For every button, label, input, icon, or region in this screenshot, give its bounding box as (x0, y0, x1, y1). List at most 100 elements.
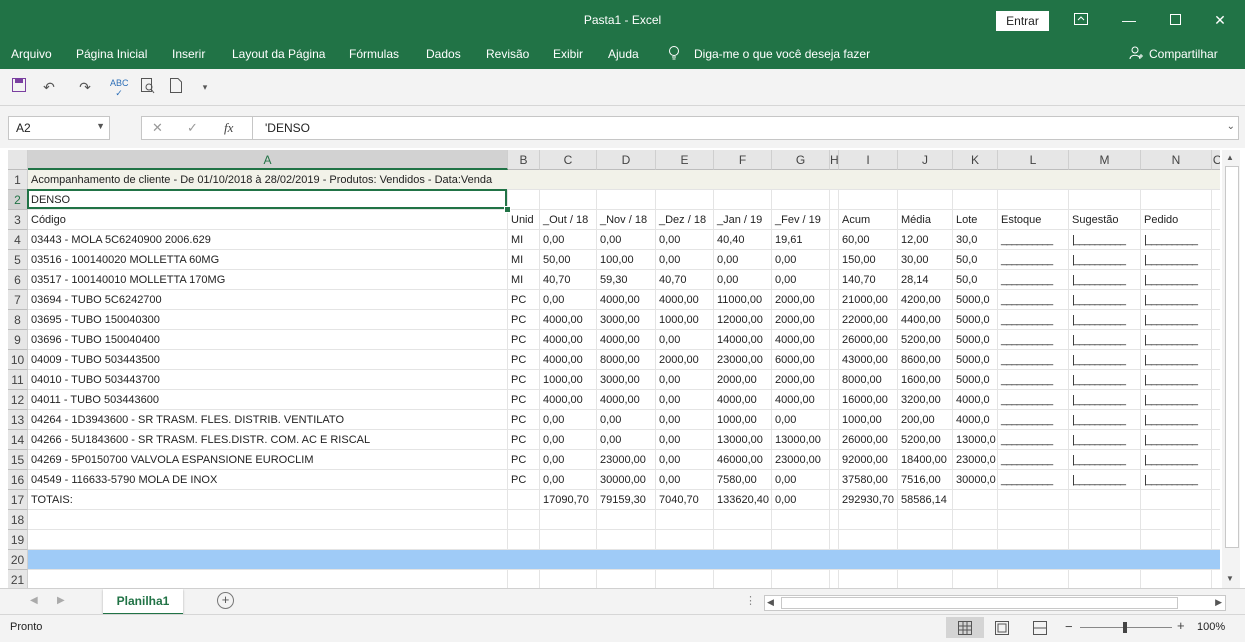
cell-I16[interactable]: 37580,00 (839, 470, 888, 490)
row-header-20[interactable]: 20 (8, 550, 28, 570)
cell-E6[interactable]: 40,70 (656, 270, 687, 290)
cell-F4[interactable]: 40,40 (714, 230, 745, 250)
cell-I7[interactable]: 21000,00 (839, 290, 888, 310)
cell-D16[interactable]: 30000,00 (597, 470, 646, 490)
cell-G4[interactable]: 19,61 (772, 230, 803, 250)
cell-K12[interactable]: 4000,0 (953, 390, 990, 410)
cell-F3[interactable]: _Jan / 19 (714, 210, 762, 230)
cell-E3[interactable]: _Dez / 18 (656, 210, 706, 230)
cell-G15[interactable]: 23000,00 (772, 450, 821, 470)
expand-formula-icon[interactable]: ⌄ (1227, 121, 1235, 132)
cell-C14[interactable]: 0,00 (540, 430, 564, 450)
tab-pagina-inicial[interactable]: Página Inicial (76, 47, 147, 61)
row-header-13[interactable]: 13 (8, 410, 28, 430)
row-header-14[interactable]: 14 (8, 430, 28, 450)
row-header-11[interactable]: 11 (8, 370, 28, 390)
cell-N4[interactable]: |__________ (1141, 230, 1198, 250)
row-header-15[interactable]: 15 (8, 450, 28, 470)
cell-I5[interactable]: 150,00 (839, 250, 876, 270)
cell-N8[interactable]: |__________ (1141, 310, 1198, 330)
cell-D12[interactable]: 4000,00 (597, 390, 640, 410)
cell-D11[interactable]: 3000,00 (597, 370, 640, 390)
cell-J7[interactable]: 4200,00 (898, 290, 941, 310)
cell-J5[interactable]: 30,00 (898, 250, 929, 270)
cell-C17[interactable]: 17090,70 (540, 490, 589, 510)
row-header-21[interactable]: 21 (8, 570, 28, 588)
cell-E11[interactable]: 0,00 (656, 370, 680, 390)
cell-A16[interactable]: 04549 - 116633-5790 MOLA DE INOX (28, 470, 217, 490)
cell-D8[interactable]: 3000,00 (597, 310, 640, 330)
cell-K8[interactable]: 5000,0 (953, 310, 990, 330)
cell-N11[interactable]: |__________ (1141, 370, 1198, 390)
cell-A3[interactable]: Código (28, 210, 66, 230)
cell-C11[interactable]: 1000,00 (540, 370, 583, 390)
cell-C7[interactable]: 0,00 (540, 290, 564, 310)
cell-L4[interactable]: __________ (998, 230, 1053, 250)
cell-B4[interactable]: MI (508, 230, 523, 250)
cell-B12[interactable]: PC (508, 390, 526, 410)
cell-M4[interactable]: |__________ (1069, 230, 1126, 250)
cell-G13[interactable]: 0,00 (772, 410, 796, 430)
cell-A12[interactable]: 04011 - TUBO 503443600 (28, 390, 159, 410)
cell-A10[interactable]: 04009 - TUBO 503443500 (28, 350, 160, 370)
enter-icon[interactable]: ✓ (187, 120, 198, 136)
page-layout-icon[interactable] (995, 621, 1009, 638)
prev-sheet-icon[interactable]: ◀ (30, 595, 38, 606)
cell-K4[interactable]: 30,0 (953, 230, 977, 250)
close-icon[interactable]: ✕ (1205, 8, 1235, 32)
cell-E10[interactable]: 2000,00 (656, 350, 699, 370)
row-header-12[interactable]: 12 (8, 390, 28, 410)
cell-D10[interactable]: 8000,00 (597, 350, 640, 370)
cell-E4[interactable]: 0,00 (656, 230, 680, 250)
cell-F16[interactable]: 7580,00 (714, 470, 757, 490)
cell-J12[interactable]: 3200,00 (898, 390, 941, 410)
cell-C8[interactable]: 4000,00 (540, 310, 583, 330)
cell-G7[interactable]: 2000,00 (772, 290, 815, 310)
cell-A14[interactable]: 04266 - 5U1843600 - SR TRASM. FLES.DISTR… (28, 430, 370, 450)
cell-I6[interactable]: 140,70 (839, 270, 876, 290)
column-header-D[interactable]: D (597, 150, 656, 170)
row-header-8[interactable]: 8 (8, 310, 28, 330)
cell-I15[interactable]: 92000,00 (839, 450, 888, 470)
cell-N10[interactable]: |__________ (1141, 350, 1198, 370)
cell-F14[interactable]: 13000,00 (714, 430, 763, 450)
cell-N14[interactable]: |__________ (1141, 430, 1198, 450)
sign-in-button[interactable]: Entrar (996, 11, 1049, 31)
scroll-right-icon[interactable]: ▶ (1215, 597, 1222, 608)
cell-E17[interactable]: 7040,70 (656, 490, 699, 510)
normal-view-icon[interactable] (946, 617, 984, 638)
cell-A7[interactable]: 03694 - TUBO 5C6242700 (28, 290, 162, 310)
cell-E5[interactable]: 0,00 (656, 250, 680, 270)
cell-K15[interactable]: 23000,0 (953, 450, 996, 470)
cell-I10[interactable]: 43000,00 (839, 350, 888, 370)
cell-L3[interactable]: Estoque (998, 210, 1041, 230)
cell-E15[interactable]: 0,00 (656, 450, 680, 470)
cell-B3[interactable]: Unid (508, 210, 534, 230)
cell-B7[interactable]: PC (508, 290, 526, 310)
row-header-7[interactable]: 7 (8, 290, 28, 310)
cell-G17[interactable]: 0,00 (772, 490, 796, 510)
scroll-left-icon[interactable]: ◀ (767, 597, 774, 608)
cell-B11[interactable]: PC (508, 370, 526, 390)
undo-icon[interactable]: ↶ (40, 78, 58, 96)
column-header-C[interactable]: C (540, 150, 597, 170)
cell-D14[interactable]: 0,00 (597, 430, 621, 450)
add-sheet-icon[interactable]: + (217, 592, 234, 609)
new-file-icon[interactable] (167, 78, 185, 96)
cell-J11[interactable]: 1600,00 (898, 370, 941, 390)
cell-L9[interactable]: __________ (998, 330, 1053, 350)
maximize-icon[interactable] (1160, 8, 1190, 32)
cell-G3[interactable]: _Fev / 19 (772, 210, 821, 230)
cell-G6[interactable]: 0,00 (772, 270, 796, 290)
cell-K16[interactable]: 30000,0 (953, 470, 996, 490)
cell-B16[interactable]: PC (508, 470, 526, 490)
cell-A4[interactable]: 03443 - MOLA 5C6240900 2006.629 (28, 230, 211, 250)
cell-C6[interactable]: 40,70 (540, 270, 571, 290)
cell-J9[interactable]: 5200,00 (898, 330, 941, 350)
column-header-E[interactable]: E (656, 150, 714, 170)
cell-J15[interactable]: 18400,00 (898, 450, 947, 470)
cell-M7[interactable]: |__________ (1069, 290, 1126, 310)
scroll-thumb[interactable] (1225, 166, 1239, 548)
cell-C3[interactable]: _Out / 18 (540, 210, 588, 230)
cell-F9[interactable]: 14000,00 (714, 330, 763, 350)
